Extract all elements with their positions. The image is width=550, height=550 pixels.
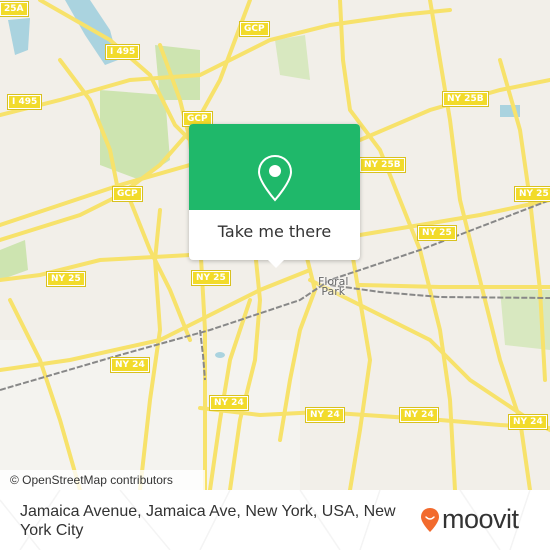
location-popup: Take me there <box>189 124 360 268</box>
road-shield-ny25: NY 25 <box>191 270 231 286</box>
place-label-floral-park: Floral Park <box>318 276 348 298</box>
road-shield-ny25: NY 25 <box>417 225 457 241</box>
map-pin-icon <box>257 154 293 202</box>
footer: Jamaica Avenue, Jamaica Ave, New York, U… <box>0 490 550 550</box>
take-me-there-button[interactable]: Take me there <box>189 210 360 260</box>
road-shield-i495: I 495 <box>6 94 43 110</box>
road-shield-ny24: NY 24 <box>399 407 439 423</box>
road-shield-i495: I 495 <box>104 44 141 60</box>
road-shield-gcp: GCP <box>239 21 270 37</box>
road-shield-ny25: NY 25 <box>46 271 86 287</box>
road-shield-ny25b: NY 25B <box>359 157 406 173</box>
moovit-wordmark: moovit <box>442 504 519 534</box>
moovit-pin-icon <box>421 507 439 532</box>
road-shield-ny25: NY 25 <box>514 186 550 202</box>
popup-tail <box>268 260 284 268</box>
road-shield-ny24: NY 24 <box>508 414 548 430</box>
address-text: Jamaica Avenue, Jamaica Ave, New York, U… <box>20 503 396 539</box>
road-shield-ny25b: NY 25B <box>442 91 489 107</box>
road-shield-gcp: GCP <box>112 186 143 202</box>
place-label-line2: Park <box>321 285 346 298</box>
road-shield-ny24: NY 24 <box>209 395 249 411</box>
road-shield-ny24: NY 24 <box>110 357 150 373</box>
park <box>275 35 310 80</box>
map-attribution[interactable]: © OpenStreetMap contributors <box>0 470 205 490</box>
road-shield-25a: 25A <box>0 1 29 17</box>
map[interactable]: 25A I 495 I 495 GCP GCP GCP NY 25B NY 25… <box>0 0 550 490</box>
moovit-logo[interactable]: moovit <box>420 504 519 535</box>
popup-header <box>189 124 360 210</box>
road-shield-ny24: NY 24 <box>305 407 345 423</box>
